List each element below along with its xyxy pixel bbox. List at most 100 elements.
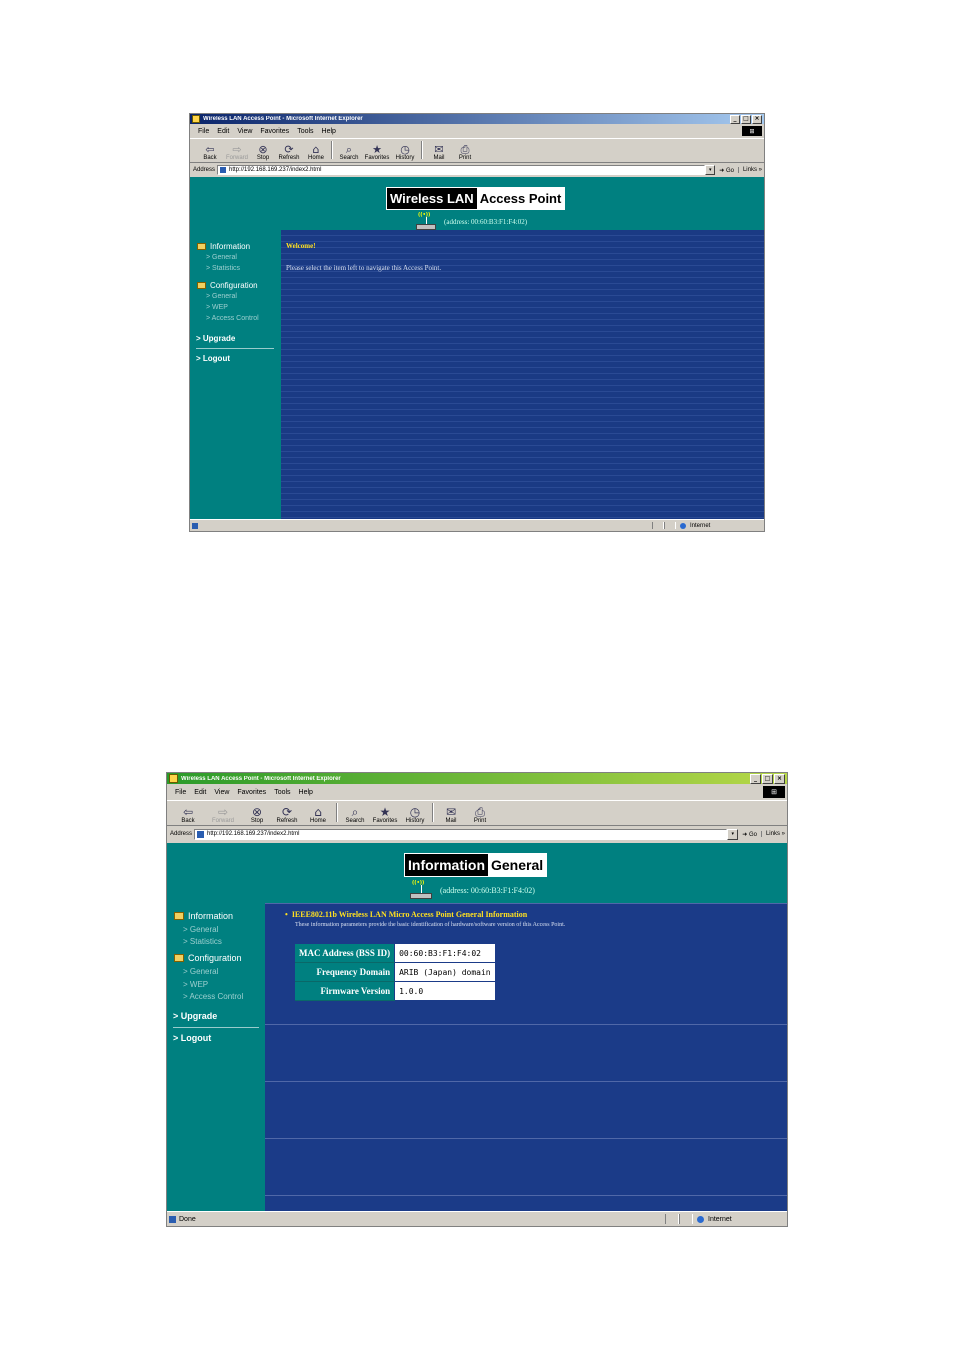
device-address-line: ((•)) (address: 00:60:B3:F1:F4:02) <box>410 880 535 899</box>
sidebar-item-upgrade[interactable]: > Upgrade <box>196 334 235 343</box>
section-description: These information parameters provide the… <box>295 922 566 928</box>
sidebar-item-access-control[interactable]: > Access Control <box>206 315 259 322</box>
go-button[interactable]: ➜ Go <box>742 831 757 838</box>
toolbar-separator <box>432 803 434 822</box>
title-bar[interactable]: Wireless LAN Access Point - Microsoft In… <box>190 114 764 124</box>
forward-button[interactable]: ⇨ Forward <box>222 144 252 161</box>
menu-help[interactable]: Help <box>322 128 336 135</box>
sidebar-section-configuration[interactable]: Configuration <box>197 281 258 290</box>
favorites-button[interactable]: ★ Favorites <box>362 144 392 161</box>
mail-button[interactable]: ✉ Mail <box>437 806 465 824</box>
minimize-button[interactable]: _ <box>730 114 740 124</box>
print-button[interactable]: ⎙ Print <box>452 144 478 161</box>
page-icon <box>220 167 227 173</box>
panel-divider <box>265 1024 787 1025</box>
menu-help[interactable]: Help <box>299 789 313 796</box>
menu-favorites[interactable]: Favorites <box>237 789 266 796</box>
maximize-button[interactable]: □ <box>762 773 773 784</box>
menu-view[interactable]: View <box>214 789 229 796</box>
address-input[interactable]: http://192.168.169.237/index2.html <box>194 828 728 840</box>
links-button[interactable]: Links » <box>737 167 762 173</box>
stop-icon: ⊗ <box>251 805 263 819</box>
refresh-button[interactable]: ⟳ Refresh <box>274 144 304 161</box>
stop-button[interactable]: ⊗ Stop <box>243 806 271 824</box>
table-row: Frequency Domain ARIB (Japan) domain <box>295 962 496 982</box>
refresh-icon: ⟳ <box>284 143 294 156</box>
sidebar-item-access-control[interactable]: > Access Control <box>183 992 243 1001</box>
home-button[interactable]: ⌂ Home <box>303 806 333 824</box>
menu-edit[interactable]: Edit <box>194 789 206 796</box>
history-button[interactable]: ◷ History <box>401 806 429 824</box>
sidebar-item-config-general[interactable]: > General <box>206 293 237 300</box>
sidebar-section-information[interactable]: Information <box>174 911 233 921</box>
search-button[interactable]: ⌕ Search <box>336 144 362 161</box>
sidebar-item-config-general[interactable]: > General <box>183 967 218 976</box>
menu-edit[interactable]: Edit <box>217 128 229 135</box>
menu-file[interactable]: File <box>198 128 209 135</box>
links-button[interactable]: Links » <box>760 831 785 837</box>
address-dropdown[interactable]: ▾ <box>727 828 739 840</box>
status-cell <box>665 1214 679 1224</box>
favorites-button[interactable]: ★ Favorites <box>369 806 401 824</box>
sidebar-item-upgrade[interactable]: > Upgrade <box>173 1011 217 1021</box>
home-icon: ⌂ <box>312 143 320 156</box>
history-icon: ◷ <box>400 143 410 156</box>
history-icon: ◷ <box>409 805 421 819</box>
address-url: http://192.168.169.237/index2.html <box>207 831 300 837</box>
sidebar-item-info-general[interactable]: > General <box>183 925 218 934</box>
sidebar-section-information[interactable]: Information <box>197 242 250 251</box>
panel-divider <box>265 903 787 904</box>
toolbar-separator <box>336 803 338 822</box>
print-icon: ⎙ <box>460 143 470 156</box>
address-dropdown[interactable]: ▾ <box>705 165 716 175</box>
mail-button[interactable]: ✉ Mail <box>426 144 452 161</box>
back-button[interactable]: ⇦ Back <box>198 144 222 161</box>
close-button[interactable]: × <box>774 773 785 784</box>
address-input[interactable]: http://192.168.169.237/index2.html <box>217 165 706 175</box>
back-button[interactable]: ⇦ Back <box>173 806 203 824</box>
minimize-button[interactable]: _ <box>750 773 761 784</box>
ie-icon <box>169 774 178 783</box>
menu-file[interactable]: File <box>175 789 186 796</box>
stop-button[interactable]: ⊗ Stop <box>252 144 274 161</box>
sidebar-section-configuration[interactable]: Configuration <box>174 953 242 963</box>
favorites-icon: ★ <box>379 805 391 819</box>
favorites-icon: ★ <box>372 143 382 156</box>
print-button[interactable]: ⎙ Print <box>465 806 495 824</box>
general-info-table: MAC Address (BSS ID) 00:60:B3:F1:F4:02 F… <box>295 943 496 1001</box>
maximize-button[interactable]: □ <box>741 114 751 124</box>
stop-icon: ⊗ <box>258 143 268 156</box>
forward-button[interactable]: ⇨ Forward <box>203 806 243 824</box>
menu-tools[interactable]: Tools <box>274 789 290 796</box>
sidebar: Information > General > Statistics Confi… <box>190 177 280 519</box>
search-button[interactable]: ⌕ Search <box>341 806 369 824</box>
sidebar-item-logout[interactable]: > Logout <box>173 1033 211 1043</box>
sidebar-item-statistics[interactable]: > Statistics <box>206 265 240 272</box>
mac-address-value: 00:60:B3:F1:F4:02 <box>394 943 496 963</box>
forward-arrow-icon: ⇨ <box>232 143 242 156</box>
go-button[interactable]: ➜ Go <box>719 167 734 174</box>
sidebar-item-wep[interactable]: > WEP <box>183 980 208 989</box>
windows-flag-icon: ⊞ <box>763 786 785 798</box>
device-address: (address: 00:60:B3:F1:F4:02) <box>440 886 535 895</box>
banner-left: Information <box>405 854 488 876</box>
ie-icon <box>192 115 200 123</box>
sidebar-item-info-general[interactable]: > General <box>206 254 237 261</box>
status-cell <box>664 521 676 530</box>
sidebar-item-statistics[interactable]: > Statistics <box>183 937 222 946</box>
home-button[interactable]: ⌂ Home <box>304 144 328 161</box>
banner-right: Access Point <box>476 188 565 209</box>
history-button[interactable]: ◷ History <box>392 144 418 161</box>
toolbar: ⇦ Back ⇨ Forward ⊗ Stop ⟳ Refresh ⌂ Home ⌕ Sea… <box>190 138 764 163</box>
title-bar[interactable]: Wireless LAN Access Point - Microsoft In… <box>167 773 787 784</box>
sidebar-item-wep[interactable]: > WEP <box>206 304 228 311</box>
menu-tools[interactable]: Tools <box>297 128 313 135</box>
refresh-button[interactable]: ⟳ Refresh <box>271 806 303 824</box>
close-button[interactable]: × <box>752 114 762 124</box>
banner-right: General <box>488 854 547 876</box>
menu-view[interactable]: View <box>237 128 252 135</box>
table-row: MAC Address (BSS ID) 00:60:B3:F1:F4:02 <box>295 943 496 963</box>
menu-favorites[interactable]: Favorites <box>260 128 289 135</box>
sidebar-item-logout[interactable]: > Logout <box>196 354 230 363</box>
folder-icon <box>174 954 184 962</box>
